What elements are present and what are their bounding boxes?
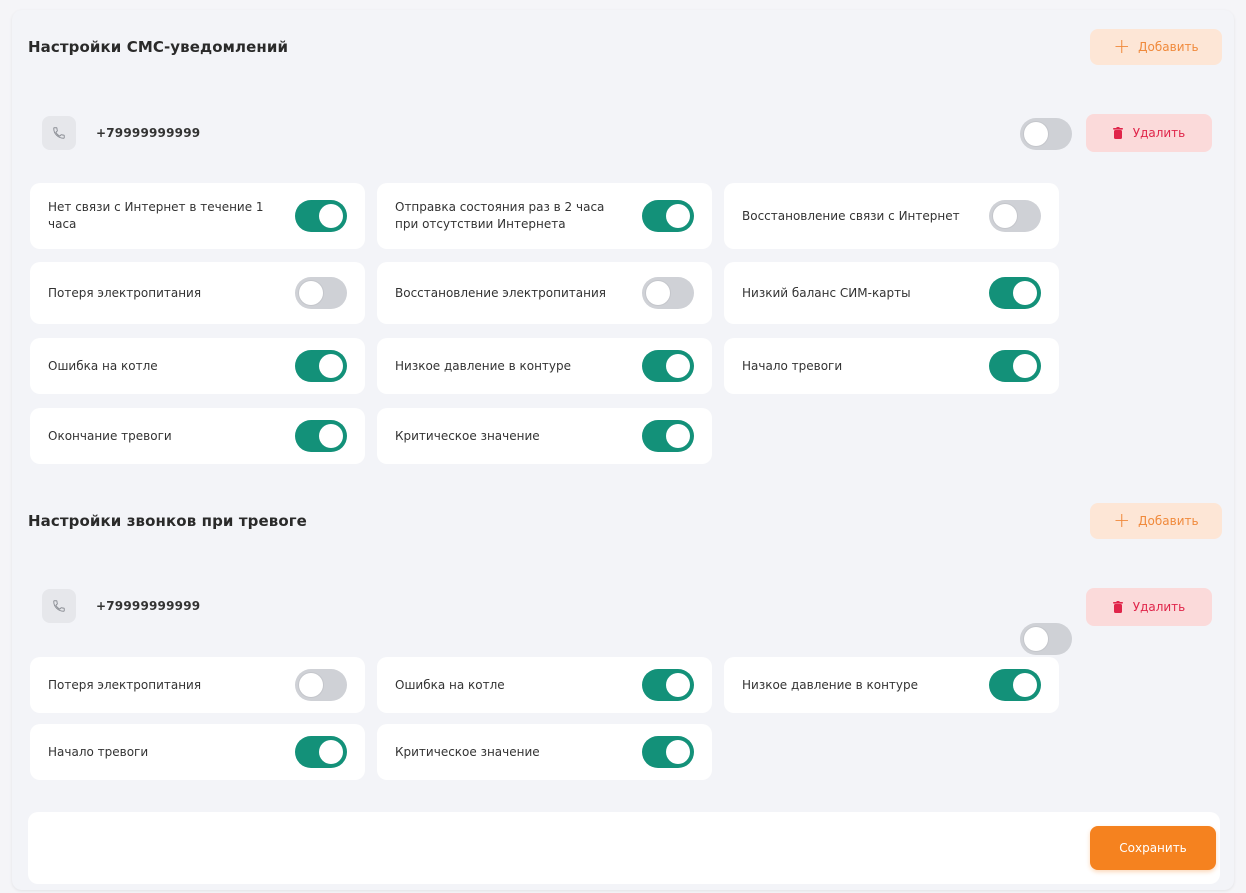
calls-option-toggle[interactable] [295, 736, 347, 768]
sms-option-toggle[interactable] [989, 350, 1041, 382]
calls-option-card: Потеря электропитания [30, 657, 365, 713]
toggle-knob [666, 354, 690, 378]
toggle-knob [666, 673, 690, 697]
toggle-knob [319, 740, 343, 764]
sms-option-card: Низкое давление в контуре [377, 338, 712, 394]
phone-icon [42, 589, 76, 623]
calls-add-button[interactable]: + Добавить [1090, 503, 1222, 539]
calls-option-card: Ошибка на котле [377, 657, 712, 713]
calls-phone-number: +79999999999 [96, 599, 201, 613]
sms-option-toggle[interactable] [989, 200, 1041, 232]
sms-option-toggle[interactable] [295, 277, 347, 309]
calls-option-card: Критическое значение [377, 724, 712, 780]
calls-option-toggle[interactable] [295, 669, 347, 701]
sms-option-toggle[interactable] [642, 420, 694, 452]
sms-option-card: Окончание тревоги [30, 408, 365, 464]
sms-option-card: Потеря электропитания [30, 262, 365, 324]
sms-option-label: Отправка состояния раз в 2 часа при отсу… [395, 200, 605, 231]
plus-icon: + [1113, 34, 1131, 58]
toggle-knob [666, 204, 690, 228]
toggle-knob [319, 354, 343, 378]
toggle-knob [319, 204, 343, 228]
calls-option-card: Начало тревоги [30, 724, 365, 780]
plus-icon: + [1113, 508, 1131, 532]
toggle-knob [646, 281, 670, 305]
sms-add-label: Добавить [1138, 40, 1199, 54]
phone-icon [42, 116, 76, 150]
calls-delete-button[interactable]: Удалить [1086, 588, 1212, 626]
sms-option-label: Критическое значение [395, 428, 540, 443]
sms-option-card: Ошибка на котле [30, 338, 365, 394]
calls-option-label: Ошибка на котле [395, 677, 505, 692]
sms-option-toggle[interactable] [642, 350, 694, 382]
trash-icon [1112, 127, 1123, 139]
toggle-knob [1013, 354, 1037, 378]
sms-delete-button[interactable]: Удалить [1086, 114, 1212, 152]
calls-phone-toggle[interactable] [1020, 623, 1072, 655]
sms-phone-toggle[interactable] [1020, 118, 1072, 150]
calls-add-label: Добавить [1138, 514, 1199, 528]
calls-option-label: Начало тревоги [48, 744, 149, 759]
sms-option-label: Потеря электропитания [48, 285, 202, 300]
save-button[interactable]: Сохранить [1090, 826, 1216, 870]
toggle-knob [319, 424, 343, 448]
sms-option-card: Отправка состояния раз в 2 часа при отсу… [377, 183, 712, 249]
toggle-knob [993, 204, 1017, 228]
calls-option-toggle[interactable] [642, 736, 694, 768]
calls-option-card: Низкое давление в контуре [724, 657, 1059, 713]
sms-phone-number: +79999999999 [96, 126, 201, 140]
sms-option-label: Низкий баланс СИМ-карты [742, 285, 911, 300]
sms-option-card: Нет связи с Интернет в течение 1 часа [30, 183, 365, 249]
sms-option-label: Начало тревоги [742, 358, 843, 373]
calls-option-label: Низкое давление в контуре [742, 677, 919, 692]
sms-option-toggle[interactable] [295, 350, 347, 382]
sms-option-card: Критическое значение [377, 408, 712, 464]
toggle-knob [1013, 673, 1037, 697]
toggle-knob [666, 740, 690, 764]
calls-delete-label: Удалить [1132, 600, 1186, 614]
sms-option-toggle[interactable] [295, 420, 347, 452]
calls-section-title: Настройки звонков при тревоге [28, 512, 307, 530]
sms-option-label: Окончание тревоги [48, 428, 172, 443]
calls-option-toggle[interactable] [989, 669, 1041, 701]
toggle-knob [666, 424, 690, 448]
calls-option-label: Критическое значение [395, 744, 540, 759]
trash-icon [1112, 601, 1123, 613]
sms-option-toggle[interactable] [295, 200, 347, 232]
sms-delete-label: Удалить [1132, 126, 1186, 140]
sms-option-label: Восстановление связи с Интернет [742, 208, 960, 223]
sms-option-label: Низкое давление в контуре [395, 358, 572, 373]
sms-option-label: Восстановление электропитания [395, 285, 606, 300]
sms-option-toggle[interactable] [642, 200, 694, 232]
sms-option-card: Восстановление электропитания [377, 262, 712, 324]
calls-option-label: Потеря электропитания [48, 677, 202, 692]
footer-bar [28, 812, 1220, 884]
sms-option-label: Ошибка на котле [48, 358, 158, 373]
sms-option-card: Начало тревоги [724, 338, 1059, 394]
toggle-knob [1013, 281, 1037, 305]
sms-option-label: Нет связи с Интернет в течение 1 часа [48, 200, 264, 231]
sms-option-card: Низкий баланс СИМ-карты [724, 262, 1059, 324]
sms-option-card: Восстановление связи с Интернет [724, 183, 1059, 249]
sms-section-title: Настройки СМС-уведомлений [28, 38, 289, 56]
calls-option-toggle[interactable] [642, 669, 694, 701]
sms-option-toggle[interactable] [989, 277, 1041, 309]
sms-add-button[interactable]: + Добавить [1090, 29, 1222, 65]
toggle-knob [299, 281, 323, 305]
sms-option-toggle[interactable] [642, 277, 694, 309]
calls-phone-row: +79999999999 [28, 586, 1220, 626]
toggle-knob [299, 673, 323, 697]
